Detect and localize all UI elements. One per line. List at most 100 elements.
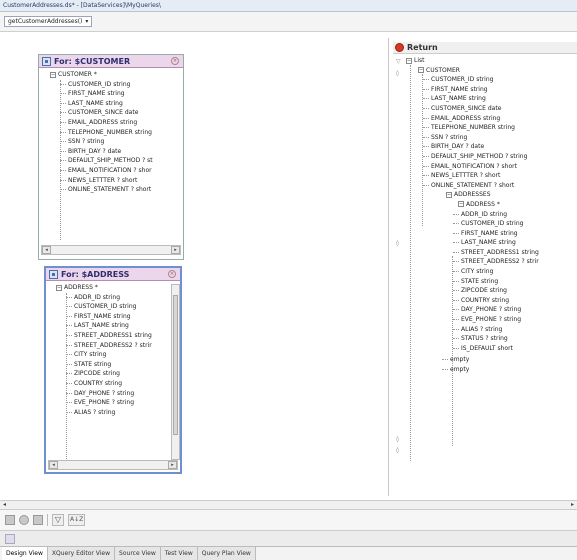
tree-field[interactable]: FIRST_NAME string [406, 85, 577, 95]
tree-field[interactable]: LAST_NAME string [406, 238, 577, 248]
tree-field[interactable]: EMAIL_NOTIFICATION ? short [406, 162, 577, 172]
tree-field[interactable]: LAST_NAME string [56, 321, 180, 331]
tree-field[interactable]: COUNTRY string [406, 296, 577, 306]
address-vscroll[interactable] [171, 284, 180, 460]
tree-field[interactable]: NEWS_LETTTER ? short [406, 171, 577, 181]
tree-field[interactable]: STREET_ADDRESS1 string [56, 331, 180, 341]
query-select[interactable]: getCustomerAddresses() ▾ [4, 16, 93, 27]
tree-field[interactable]: STATE string [406, 277, 577, 287]
tree-field[interactable]: CUSTOMER_ID string [56, 302, 180, 312]
address-panel[interactable]: For: $ADDRESS × − ADDRESS * ADDR_ID strin… [44, 266, 182, 474]
tree-field[interactable]: STREET_ADDRESS1 string [406, 248, 577, 258]
tree-field[interactable]: EMAIL_ADDRESS string [406, 114, 577, 124]
collapse-toggle[interactable]: − [446, 191, 452, 198]
scroll-left-icon[interactable]: ◂ [49, 461, 58, 469]
tree-field[interactable]: FIRST_NAME string [50, 89, 183, 99]
pane-divider[interactable] [388, 38, 389, 496]
scroll-left-icon[interactable]: ◂ [42, 246, 51, 254]
box-tool-icon[interactable] [33, 515, 43, 525]
canvas-hscroll[interactable]: ◂ ▸ [0, 500, 577, 510]
tree-field[interactable]: STATE string [56, 360, 180, 370]
tree-field[interactable]: EMAIL_NOTIFICATION ? shor [50, 166, 183, 176]
tree-field[interactable]: ONLINE_STATEMENT ? short [406, 181, 577, 191]
select-tool-icon[interactable] [5, 515, 15, 525]
collapse-toggle[interactable]: − [406, 57, 412, 64]
tree-field[interactable]: TELEPHONE_NUMBER string [406, 123, 577, 133]
tree-node-addresses[interactable]: − ADDRESSES [406, 190, 577, 200]
tree-field[interactable]: DAY_PHONE ? string [56, 389, 180, 399]
tree-node-customer[interactable]: − CUSTOMER [406, 66, 577, 76]
address-panel-header[interactable]: For: $ADDRESS × [46, 268, 180, 281]
customer-hscroll[interactable]: ◂ ▸ [41, 245, 181, 255]
tree-node-list[interactable]: − List [406, 56, 577, 66]
customer-panel-header[interactable]: For: $CUSTOMER × [39, 55, 183, 68]
circle-tool-icon[interactable] [19, 515, 29, 525]
view-tab[interactable]: Query Plan View [197, 547, 256, 560]
close-icon[interactable]: × [168, 270, 176, 278]
tree-field[interactable]: NEWS_LETTTER ? short [50, 176, 183, 186]
tree-field[interactable]: ALIAS ? string [406, 325, 577, 335]
tree-field[interactable]: STREET_ADDRESS2 ? strir [406, 257, 577, 267]
scroll-thumb[interactable] [173, 295, 178, 435]
chevron-down-icon[interactable]: ▾ [85, 17, 88, 27]
tree-field[interactable]: CITY string [406, 267, 577, 277]
address-hscroll[interactable]: ◂ ▸ [48, 460, 178, 470]
scroll-right-icon[interactable]: ▸ [168, 461, 177, 469]
tree-field[interactable]: SSN ? string [50, 137, 183, 147]
tree-field[interactable]: COUNTRY string [56, 379, 180, 389]
scroll-right-icon[interactable]: ▸ [171, 246, 180, 254]
tree-field[interactable]: ZIPCODE string [56, 369, 180, 379]
empty-node[interactable]: empty [406, 355, 577, 365]
tree-field[interactable]: BIRTH_DAY ? date [50, 147, 183, 157]
tree-node-address[interactable]: − ADDRESS * [56, 283, 180, 293]
collapse-toggle[interactable]: − [458, 201, 464, 208]
scroll-right-icon[interactable]: ▸ [571, 501, 574, 508]
tree-field[interactable]: BIRTH_DAY ? date [406, 142, 577, 152]
customer-panel[interactable]: For: $CUSTOMER × − CUSTOMER * CUSTOMER_ID… [38, 54, 184, 260]
tree-field[interactable]: CUSTOMER_SINCE date [50, 108, 183, 118]
view-tab[interactable]: Test View [160, 547, 198, 560]
tree-field[interactable]: EVE_PHONE ? string [56, 398, 180, 408]
tree-field[interactable]: CITY string [56, 350, 180, 360]
tree-field[interactable]: CUSTOMER_SINCE date [406, 104, 577, 114]
tree-field[interactable]: LAST_NAME string [50, 99, 183, 109]
tree-field[interactable]: SSN ? string [406, 133, 577, 143]
tree-field[interactable]: CUSTOMER_ID string [50, 80, 183, 90]
view-tab[interactable]: Design View [2, 547, 48, 560]
tree-field[interactable]: ADDR_ID string [56, 293, 180, 303]
tree-field[interactable]: EVE_PHONE ? string [406, 315, 577, 325]
view-tab[interactable]: Source View [115, 547, 161, 560]
tree-node-address[interactable]: − ADDRESS * [406, 200, 577, 210]
tree-field[interactable]: DAY_PHONE ? string [406, 305, 577, 315]
tree-field[interactable]: IS_DEFAULT short [406, 344, 577, 354]
properties-icon[interactable] [5, 534, 15, 544]
tree-field[interactable]: ONLINE_STATEMENT ? short [50, 185, 183, 195]
view-tab[interactable]: XQuery Editor View [47, 547, 116, 560]
tree-field[interactable]: TELEPHONE_NUMBER string [50, 128, 183, 138]
tree-field[interactable]: STATUS ? string [406, 334, 577, 344]
tree-field[interactable]: EMAIL_ADDRESS string [50, 118, 183, 128]
gutter-marker: ▽ [396, 58, 401, 65]
tree-connector [66, 296, 72, 298]
sort-icon[interactable]: A↓Z [68, 514, 86, 526]
collapse-toggle[interactable]: − [56, 284, 62, 291]
tree-field[interactable]: DEFAULT_SHIP_METHOD ? st [50, 156, 183, 166]
funnel-icon[interactable]: ▽ [52, 514, 64, 526]
field-label: LAST_NAME string [68, 99, 123, 107]
tree-field[interactable]: STREET_ADDRESS2 ? strir [56, 341, 180, 351]
empty-node[interactable]: empty [406, 365, 577, 375]
collapse-toggle[interactable]: − [50, 71, 56, 78]
tree-node-customer[interactable]: − CUSTOMER * [50, 70, 183, 80]
tree-field[interactable]: LAST_NAME string [406, 94, 577, 104]
collapse-toggle[interactable]: − [418, 67, 424, 74]
tree-field[interactable]: DEFAULT_SHIP_METHOD ? string [406, 152, 577, 162]
scroll-left-icon[interactable]: ◂ [3, 501, 6, 508]
tree-field[interactable]: CUSTOMER_ID string [406, 219, 577, 229]
close-icon[interactable]: × [171, 57, 179, 65]
tree-field[interactable]: ALIAS ? string [56, 408, 180, 418]
tree-field[interactable]: ZIPCODE string [406, 286, 577, 296]
tree-field[interactable]: ADDR_ID string [406, 210, 577, 220]
tree-field[interactable]: FIRST_NAME string [406, 229, 577, 239]
tree-field[interactable]: CUSTOMER_ID string [406, 75, 577, 85]
tree-field[interactable]: FIRST_NAME string [56, 312, 180, 322]
